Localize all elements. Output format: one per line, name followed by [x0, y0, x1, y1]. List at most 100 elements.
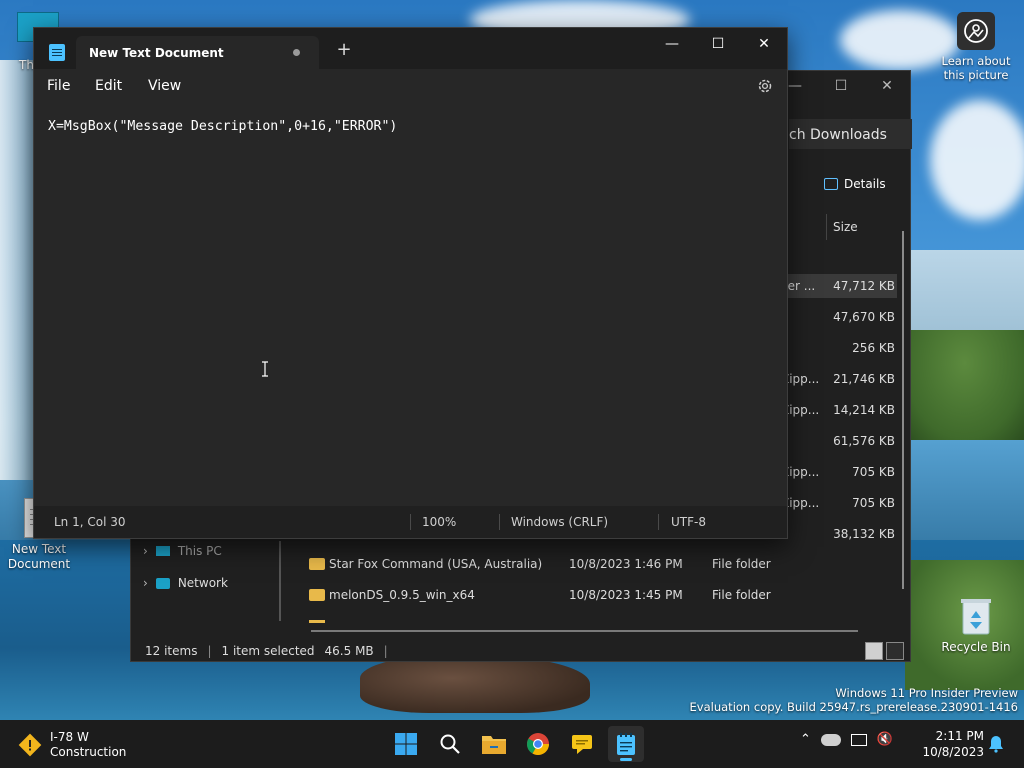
learn-about-picture-icon[interactable]: Learn about this picture: [938, 12, 1014, 82]
folder-row[interactable]: melonDS_0.9.5_win_x64 10/8/2023 1:45 PM …: [309, 584, 869, 608]
file-row[interactable]: Zipp... 21,746 KB: [781, 367, 897, 391]
zoom-level[interactable]: 100%: [422, 515, 456, 529]
maximize-button[interactable]: ☐: [695, 28, 741, 60]
explorer-window-controls: — ☐ ✕: [772, 71, 910, 101]
file-row[interactable]: ller ... 47,712 KB: [781, 274, 897, 298]
maximize-button[interactable]: ☐: [818, 71, 864, 101]
row-size: 38,132 KB: [833, 527, 895, 541]
watermark-line2: Evaluation copy. Build 25947.rs_prerelea…: [689, 700, 1018, 714]
folder-icon: [309, 589, 325, 601]
start-button[interactable]: [388, 726, 424, 762]
nav-item-network[interactable]: › Network: [143, 571, 228, 595]
folder-row[interactable]: Star Fox Command (USA, Australia) 10/8/2…: [309, 553, 869, 577]
folder-date: 10/8/2023 1:45 PM: [569, 588, 683, 602]
details-label: Details: [844, 177, 886, 191]
watermark-line1: Windows 11 Pro Insider Preview: [835, 686, 1018, 700]
line-ending[interactable]: Windows (CRLF): [511, 515, 608, 529]
clock-time: 2:11 PM: [935, 729, 984, 743]
notepad-taskbar-button[interactable]: [608, 726, 644, 762]
folder-name: Star Fox Command (USA, Australia): [329, 557, 543, 571]
search-icon: [440, 734, 460, 754]
row-size: 47,670 KB: [833, 310, 895, 324]
selection-count: 1 item selected: [221, 644, 315, 658]
folder-type: File folder: [712, 557, 771, 571]
menu-file[interactable]: File: [47, 78, 70, 94]
notepad-status-bar: Ln 1, Col 30 100% Windows (CRLF) UTF-8: [34, 506, 787, 538]
chevron-right-icon: ›: [143, 544, 148, 558]
network-icon[interactable]: [850, 733, 867, 746]
vertical-scrollbar[interactable]: [902, 231, 904, 589]
chrome-icon: [527, 733, 549, 755]
notepad-title-bar[interactable]: New Text Document + — ☐ ✕: [34, 28, 787, 69]
folder-icon: [482, 736, 506, 754]
volume-muted-icon[interactable]: 🔇: [877, 732, 893, 747]
folder-icon: [309, 620, 325, 623]
chrome-taskbar-button[interactable]: [520, 726, 556, 762]
nav-item-this-pc[interactable]: › This PC: [143, 539, 222, 563]
file-explorer-taskbar-button[interactable]: [476, 726, 512, 762]
onedrive-icon[interactable]: [820, 733, 841, 746]
chevron-right-icon: ›: [143, 576, 148, 590]
horizontal-scrollbar[interactable]: [311, 630, 858, 632]
learn-about-label: Learn about this picture: [941, 54, 1011, 82]
status-divider: [499, 514, 500, 530]
unsaved-dot-icon[interactable]: [293, 49, 300, 56]
row-size: 256 KB: [852, 341, 895, 355]
windows-logo-icon: [395, 733, 417, 755]
search-button[interactable]: [432, 726, 468, 762]
editor-text-line: X=MsgBox("Message Description",0+16,"ERR…: [48, 119, 398, 134]
notepad-tab[interactable]: New Text Document: [76, 36, 319, 69]
chat-taskbar-button[interactable]: [564, 726, 600, 762]
folder-icon: [309, 558, 325, 570]
column-header-size[interactable]: Size: [826, 214, 896, 240]
weather-title: I-78 W: [50, 730, 89, 744]
row-size: 14,214 KB: [833, 403, 895, 417]
file-row[interactable]: Zipp... 705 KB: [781, 491, 897, 515]
traffic-warning-icon: [18, 733, 42, 757]
encoding[interactable]: UTF-8: [671, 515, 706, 529]
close-button[interactable]: ✕: [741, 28, 787, 60]
notepad-window-controls: — ☐ ✕: [649, 28, 787, 60]
camera-icon: [957, 12, 995, 50]
notepad-window[interactable]: New Text Document + — ☐ ✕ File Edit View…: [33, 27, 788, 539]
wallpaper-rocks: [360, 655, 590, 713]
details-pane-button[interactable]: Details: [824, 177, 886, 191]
cursor-position: Ln 1, Col 30: [54, 515, 126, 529]
desktop-icon-recycle-bin[interactable]: Recycle Bin: [938, 596, 1014, 654]
size-header-label: Size: [833, 220, 858, 234]
clock[interactable]: 2:11 PM 10/8/2023: [922, 728, 984, 760]
details-view-button[interactable]: [865, 642, 883, 660]
tiles-view-button[interactable]: [886, 642, 904, 660]
status-separator: |: [207, 644, 212, 658]
menu-view[interactable]: View: [148, 78, 181, 94]
file-row[interactable]: 256 KB: [781, 336, 897, 360]
status-separator: |: [383, 644, 388, 658]
file-row[interactable]: Zipp... 14,214 KB: [781, 398, 897, 422]
folder-date: 10/8/2023 1:46 PM: [569, 557, 683, 571]
file-row[interactable]: 61,576 KB: [781, 429, 897, 453]
folder-type: File folder: [712, 588, 771, 602]
system-tray: ⌃ 🔇: [800, 732, 893, 747]
chevron-up-icon[interactable]: ⌃: [800, 732, 811, 747]
text-editor-area[interactable]: X=MsgBox("Message Description",0+16,"ERR…: [34, 104, 787, 508]
recycle-bin-label: Recycle Bin: [941, 640, 1011, 654]
notification-bell-icon[interactable]: [988, 735, 1004, 756]
settings-gear-icon[interactable]: [756, 77, 774, 95]
sticky-note-icon: [572, 735, 592, 754]
close-button[interactable]: ✕: [864, 71, 910, 101]
weather-widget[interactable]: I-78 W Construction: [18, 730, 126, 760]
minimize-button[interactable]: —: [649, 28, 695, 60]
notepad-icon: [617, 733, 635, 755]
file-row[interactable]: 38,132 KB: [781, 522, 897, 546]
weather-subtitle: Construction: [50, 745, 127, 759]
wallpaper-foliage: [905, 330, 1024, 440]
menu-edit[interactable]: Edit: [95, 78, 122, 94]
new-tab-button[interactable]: +: [334, 40, 354, 60]
view-toggle: [865, 642, 904, 660]
nav-pane-scrollbar[interactable]: [279, 541, 281, 621]
wallpaper-cloud: [930, 100, 1024, 220]
file-row[interactable]: Zipp... 705 KB: [781, 460, 897, 484]
file-row[interactable]: 47,670 KB: [781, 305, 897, 329]
details-icon: [824, 178, 838, 190]
explorer-search-box[interactable]: ch Downloads: [789, 119, 912, 149]
